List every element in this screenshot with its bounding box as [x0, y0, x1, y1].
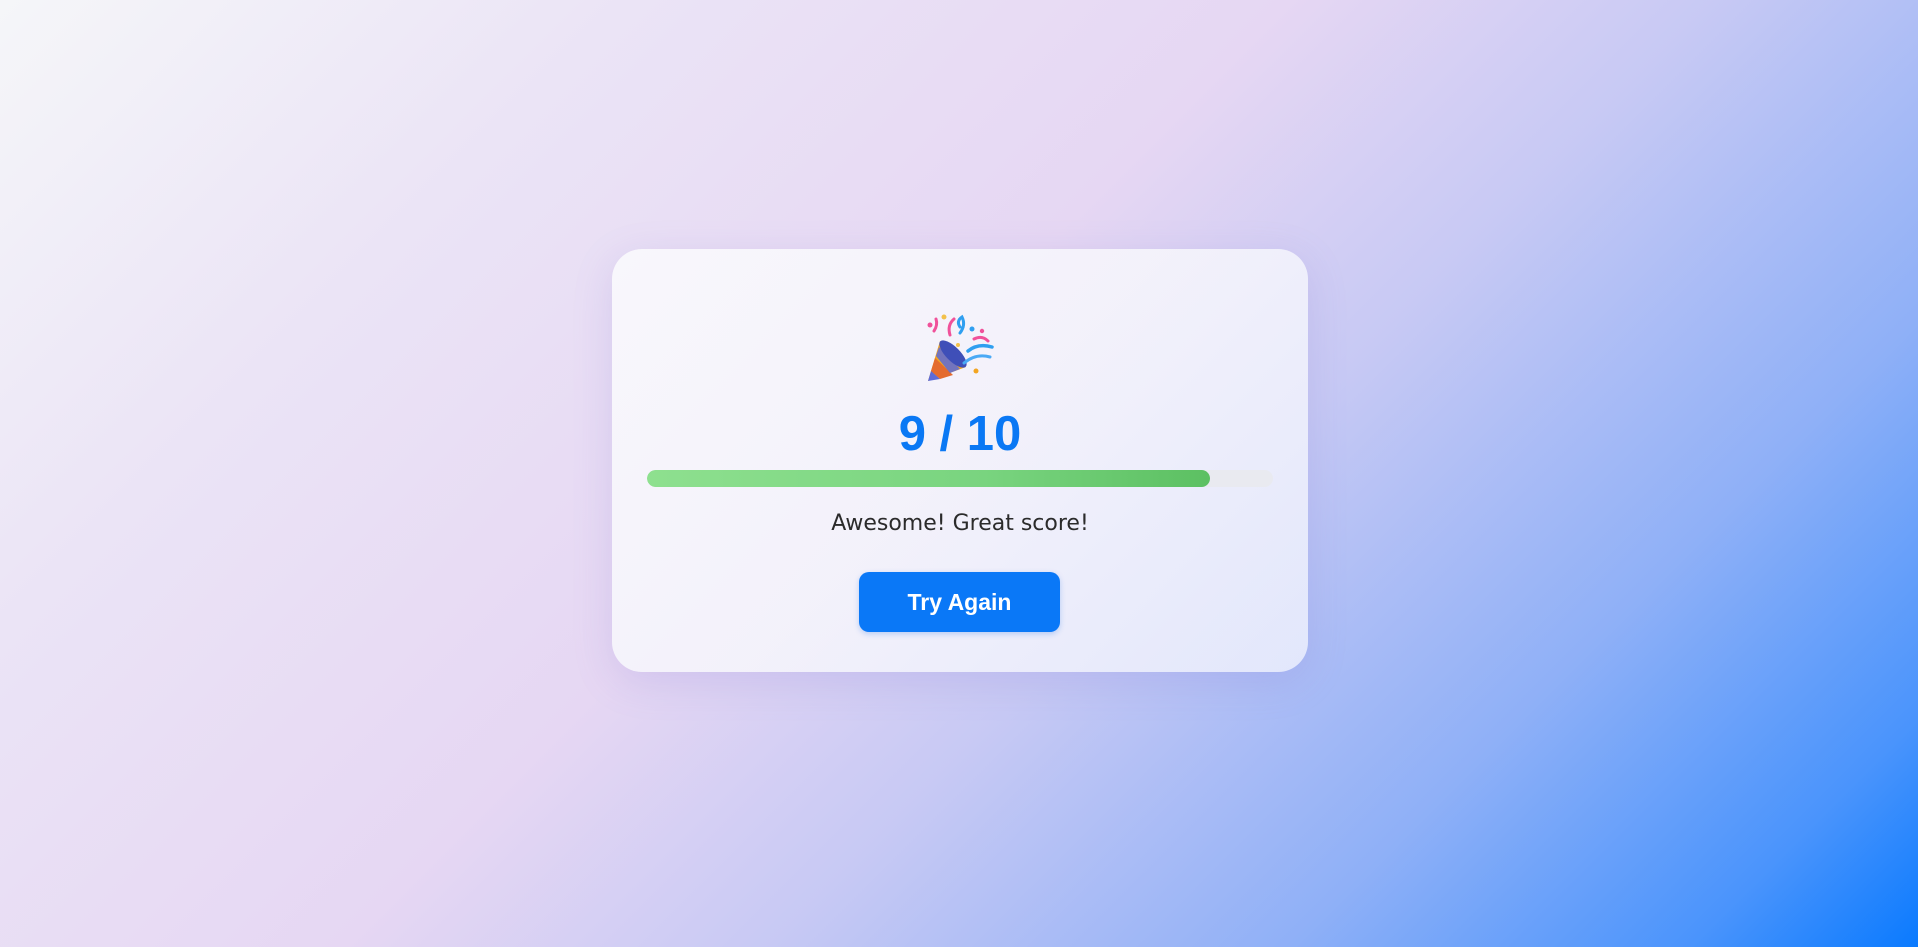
score-progress-bar [647, 470, 1273, 487]
result-card: 9 / 10 Awesome! Great score! Try Again [612, 249, 1308, 672]
result-message: Awesome! Great score! [831, 511, 1089, 536]
score-text: 9 / 10 [898, 407, 1022, 461]
score-progress-fill [647, 470, 1211, 487]
party-popper-icon [612, 311, 1308, 383]
try-again-button[interactable]: Try Again [859, 572, 1060, 632]
